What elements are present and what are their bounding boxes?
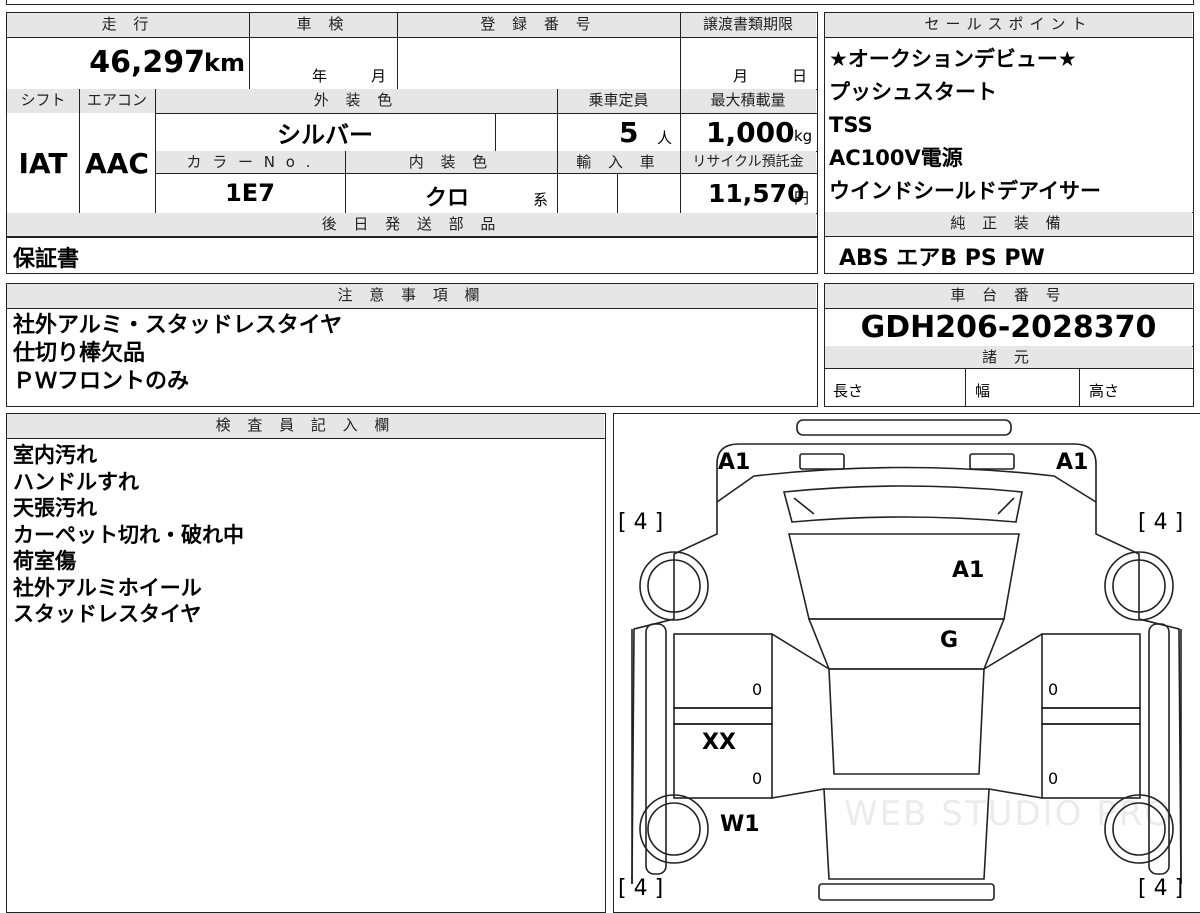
genuine-equipment-header: 純 正 装 備 <box>825 212 1192 236</box>
top-strip <box>6 0 1194 5</box>
chassis-box: 車 台 番 号 GDH206-2028370 諸 元 長さ 幅 高さ <box>824 283 1194 407</box>
notes-box: 注 意 事 項 欄 社外アルミ・スタッドレスタイヤ 仕切り棒欠品 ＰＷフロントの… <box>6 283 818 407</box>
inspection-header: 車 検 <box>249 13 397 37</box>
inspector-note-item: 社外アルミホイール <box>13 575 202 600</box>
capacity-unit: 人 <box>657 129 673 147</box>
interior-color-value: クロ <box>425 186 470 211</box>
vehicle-info-table: 走 行 車 検 登 録 番 号 譲渡書類期限 46,297 km 年 月 月 日… <box>6 12 818 238</box>
tire-tread-bottom-right: [ 4 ] <box>1138 876 1184 901</box>
recycle-value: 11,570 <box>708 179 805 208</box>
sales-point-item: TSS <box>829 113 873 137</box>
sales-point-item: ウインドシールドデアイサー <box>829 179 1101 203</box>
damage-mark-g: G <box>940 628 959 653</box>
registration-header: 登 録 番 号 <box>397 13 680 37</box>
damage-mark-xx: XX <box>702 730 736 755</box>
tire-tread-bottom-left: [ 4 ] <box>618 876 664 901</box>
inspector-note-item: カーペット切れ・破れ中 <box>13 522 244 547</box>
aircon-value: AAC <box>85 146 149 180</box>
tire-tread-top-left: [ 4 ] <box>618 510 664 535</box>
specs-header: 諸 元 <box>825 346 1192 368</box>
note-item: 仕切り棒欠品 <box>13 341 146 366</box>
recycle-cell: 11,570 円 <box>680 173 816 213</box>
capacity-value: 5 <box>619 116 639 149</box>
inspector-note-item: ハンドルすれ <box>13 469 139 494</box>
panel-mark-zero: 0 <box>752 769 763 788</box>
sales-point-item: AC100V電源 <box>829 146 963 170</box>
spec-width-label: 幅 <box>975 382 991 400</box>
inspector-box: 検 査 員 記 入 欄 室内汚れ ハンドルすれ 天張汚れ カーペット切れ・破れ中… <box>6 413 606 913</box>
sales-point-item: プッシュスタート <box>829 80 997 104</box>
interior-color-suffix: 系 <box>533 191 549 209</box>
sales-points-list: ★オークションデビュー★ プッシュスタート TSS AC100V電源 ウインドシ… <box>829 43 1101 208</box>
transfer-month-unit: 月 <box>733 67 749 85</box>
mileage-value: 46,297 <box>89 45 205 80</box>
exterior-color-header: 外 装 色 <box>155 89 557 113</box>
damage-mark-a1-hood: A1 <box>952 558 985 583</box>
damage-mark-a1-left: A1 <box>718 450 751 475</box>
chassis-number-header: 車 台 番 号 <box>825 284 1192 308</box>
mileage-unit: km <box>204 49 245 77</box>
tire-tread-top-right: [ 4 ] <box>1138 510 1184 535</box>
capacity-cell: 5 人 <box>557 113 680 151</box>
max-load-value: 1,000 <box>706 116 795 149</box>
import-header: 輸 入 車 <box>557 151 680 173</box>
interior-color-header: 内 装 色 <box>345 151 557 173</box>
max-load-cell: 1,000 kg <box>680 113 816 151</box>
notes-header: 注 意 事 項 欄 <box>7 284 816 308</box>
sales-point-item: ★オークションデビュー★ <box>829 47 1077 71</box>
genuine-equipment-value: ABS エアB PS PW <box>839 246 1045 271</box>
later-parts-box: 保証書 <box>6 236 818 274</box>
inspector-notes-list: 室内汚れ ハンドルすれ 天張汚れ カーペット切れ・破れ中 荷室傷 社外アルミホイ… <box>13 442 244 628</box>
sales-points-box: セールスポイント ★オークションデビュー★ プッシュスタート TSS AC100… <box>824 12 1194 274</box>
note-item: ＰＷフロントのみ <box>13 369 190 394</box>
interior-color-cell: クロ 系 <box>345 173 557 213</box>
damage-mark-a1-right: A1 <box>1056 450 1089 475</box>
panel-mark-zero: 0 <box>1048 680 1059 699</box>
note-item: 社外アルミ・スタッドレスタイヤ <box>13 313 343 338</box>
shift-value: IAT <box>18 146 68 180</box>
recycle-unit: 円 <box>794 189 810 207</box>
panel-mark-zero: 0 <box>1048 769 1059 788</box>
sales-points-header: セールスポイント <box>825 13 1192 37</box>
color-no-value: 1E7 <box>225 179 275 207</box>
inspector-note-item: 室内汚れ <box>13 443 97 467</box>
shift-header: シフト <box>7 89 79 113</box>
transfer-day-unit: 日 <box>792 67 808 85</box>
inspection-year-unit: 年 <box>312 67 328 85</box>
max-load-unit: kg <box>794 127 813 145</box>
watermark: WEB STUDIO PRO <box>844 794 1174 834</box>
damage-mark-w1: W1 <box>720 812 760 837</box>
mileage-header: 走 行 <box>7 13 249 37</box>
color-no-header: カ ラ ー N o . <box>155 151 345 173</box>
later-parts-value: 保証書 <box>13 247 80 272</box>
spec-height-label: 高さ <box>1089 382 1120 400</box>
inspector-header: 検 査 員 記 入 欄 <box>7 414 604 438</box>
spec-length-label: 長さ <box>833 382 864 400</box>
mileage-cell: 46,297 km <box>7 37 249 89</box>
chassis-number-value: GDH206-2028370 <box>860 309 1157 345</box>
later-parts-header: 後 日 発 送 部 品 <box>7 213 816 237</box>
car-damage-diagram: A1 A1 A1 G XX W1 [ 4 ] [ 4 ] [ 4 ] [ 4 ]… <box>613 413 1200 913</box>
inspector-note-item: 天張汚れ <box>13 496 97 520</box>
max-load-header: 最大積載量 <box>680 89 816 113</box>
notes-list: 社外アルミ・スタッドレスタイヤ 仕切り棒欠品 ＰＷフロントのみ <box>13 312 342 396</box>
recycle-header: リサイクル預託金 <box>680 151 816 173</box>
transfer-deadline-header: 譲渡書類期限 <box>680 13 816 37</box>
capacity-header: 乗車定員 <box>557 89 680 113</box>
inspector-note-item: スタッドレスタイヤ <box>13 602 202 626</box>
exterior-color-value: シルバー <box>277 120 373 149</box>
panel-mark-zero: 0 <box>752 680 763 699</box>
inspector-note-item: 荷室傷 <box>13 549 76 573</box>
aircon-header: エアコン <box>79 89 155 113</box>
inspection-month-unit: 月 <box>371 67 387 85</box>
